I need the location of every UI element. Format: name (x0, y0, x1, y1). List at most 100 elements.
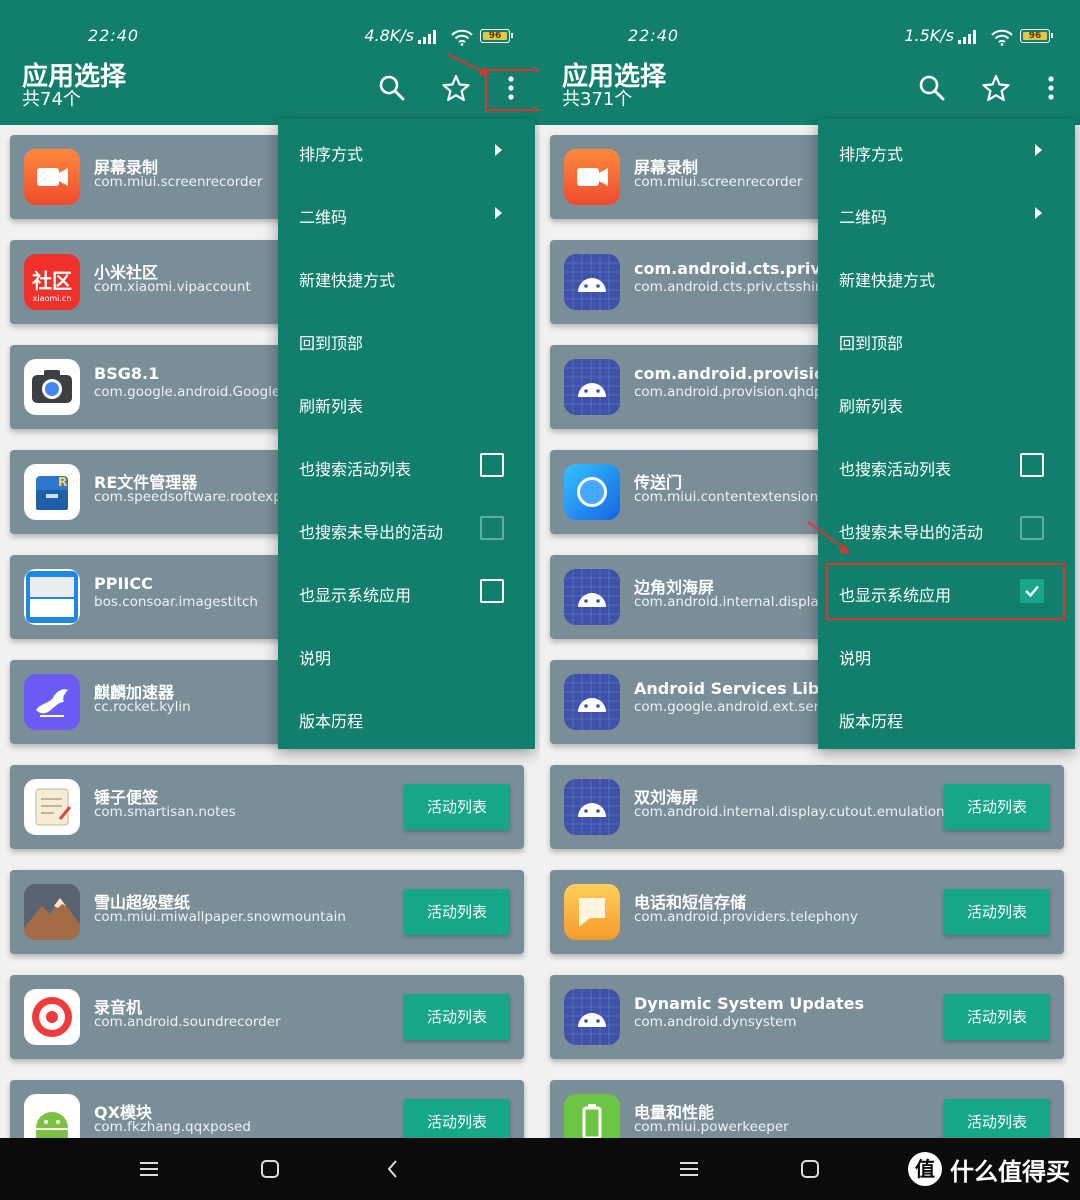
app-package: com.smartisan.notes (94, 804, 236, 820)
menu-item-show-system-apps[interactable]: 也显示系统应用 (278, 560, 535, 623)
android-robot-icon (564, 674, 620, 730)
activity-list-button[interactable]: 活动列表 (404, 889, 510, 935)
list-item[interactable]: 电话和短信存储 com.android.providers.telephony … (550, 870, 1064, 954)
status-time: 22:40 (628, 26, 680, 45)
app-name: Dynamic System Updates (634, 994, 865, 1013)
android-robot-icon (564, 569, 620, 625)
menu-item-refresh[interactable]: 刷新列表 (818, 371, 1075, 434)
app-name: BSG8.1 (94, 364, 160, 383)
list-item[interactable]: 雪山超级壁纸 com.miui.miwallpaper.snowmountain… (10, 870, 524, 954)
xiaomi-community-icon: 社区 xiaomi.cn (24, 254, 80, 310)
android-robot-icon (564, 359, 620, 415)
telephony-storage-icon (564, 884, 620, 940)
menu-item-sort[interactable]: 排序方式 (278, 119, 535, 182)
menu-item-new-shortcut[interactable]: 新建快捷方式 (278, 245, 535, 308)
page-title: 应用选择 (22, 62, 127, 92)
home-icon[interactable] (797, 1156, 823, 1182)
svg-text:R: R (58, 475, 67, 489)
app-package: com.android.soundrecorder (94, 1014, 281, 1030)
status-time: 22:40 (88, 26, 140, 45)
menu-item-sort[interactable]: 排序方式 (818, 119, 1075, 182)
app-bar: 22:40 1.5K/s 96 应用选择 共371个 (540, 0, 1080, 125)
menu-item-refresh[interactable]: 刷新列表 (278, 371, 535, 434)
battery-icon: 96 (1020, 29, 1053, 43)
annotation-arrow (807, 521, 850, 554)
watermark-logo: 值 (908, 1152, 942, 1186)
list-item[interactable]: 双刘海屏 com.android.internal.display.cutout… (550, 765, 1064, 849)
list-item[interactable]: QX模块 com.fkzhang.qqxposed 活动列表 (10, 1080, 524, 1140)
submenu-arrow-icon (1035, 207, 1042, 219)
app-package: com.android.dynsystem (634, 1014, 797, 1030)
app-count: 共371个 (562, 89, 633, 110)
more-vert-icon[interactable] (1031, 68, 1071, 108)
android-robot-icon (564, 989, 620, 1045)
list-item[interactable]: 录音机 com.android.soundrecorder 活动列表 (10, 975, 524, 1059)
menu-item-version-history[interactable]: 版本历程 (818, 686, 1075, 749)
star-icon[interactable] (976, 68, 1016, 108)
menu-item-new-shortcut[interactable]: 新建快捷方式 (818, 245, 1075, 308)
re-file-manager-icon: R (24, 464, 80, 520)
menu-item-search-activities[interactable]: 也搜索活动列表 (818, 434, 1075, 497)
android-green-icon (24, 1094, 80, 1140)
list-item[interactable]: 电量和性能 com.miui.powerkeeper 活动列表 (550, 1080, 1064, 1140)
camera-icon (24, 359, 80, 415)
annotation-arrow (446, 53, 489, 76)
checkbox[interactable] (480, 516, 504, 540)
activity-list-button[interactable]: 活动列表 (944, 784, 1050, 830)
activity-list-button[interactable]: 活动列表 (944, 994, 1050, 1040)
screen-recorder-icon (564, 149, 620, 205)
battery-performance-icon (564, 1094, 620, 1140)
wifi-icon (450, 28, 474, 46)
list-item[interactable]: 锤子便签 com.smartisan.notes 活动列表 (10, 765, 524, 849)
sound-recorder-icon (24, 989, 80, 1045)
menu-item-qrcode[interactable]: 二维码 (278, 182, 535, 245)
menu-icon[interactable] (136, 1156, 162, 1182)
search-icon[interactable] (372, 68, 412, 108)
status-bar: 22:40 4.8K/s 96 (0, 24, 540, 50)
checkbox[interactable] (480, 579, 504, 603)
submenu-arrow-icon (495, 207, 502, 219)
menu-item-help[interactable]: 说明 (278, 623, 535, 686)
menu-item-qrcode[interactable]: 二维码 (818, 182, 1075, 245)
android-robot-icon (564, 254, 620, 310)
activity-list-button[interactable]: 活动列表 (944, 1099, 1050, 1140)
home-icon[interactable] (257, 1156, 283, 1182)
activity-list-button[interactable]: 活动列表 (944, 889, 1050, 935)
activity-list-button[interactable]: 活动列表 (404, 1099, 510, 1140)
list-item[interactable]: Dynamic System Updates com.android.dynsy… (550, 975, 1064, 1059)
app-package: com.miui.miwallpaper.snowmountain (94, 909, 346, 925)
menu-item-search-unexported[interactable]: 也搜索未导出的活动 (818, 497, 1075, 560)
right-screen: 22:40 1.5K/s 96 应用选择 共371个 屏幕录制 com.miui… (540, 0, 1080, 1140)
menu-item-search-activities[interactable]: 也搜索活动列表 (278, 434, 535, 497)
highlight-box (826, 563, 1065, 620)
search-icon[interactable] (912, 68, 952, 108)
app-package: com.fkzhang.qqxposed (94, 1119, 251, 1135)
app-name: PPIICC (94, 574, 153, 593)
overflow-menu: 排序方式 二维码 新建快捷方式 回到顶部 刷新列表 也搜索活动列表 也搜索未导出… (278, 119, 535, 749)
menu-item-back-to-top[interactable]: 回到顶部 (818, 308, 1075, 371)
kylin-icon (24, 674, 80, 730)
app-package: com.miui.powerkeeper (634, 1119, 789, 1135)
ppiicc-icon (24, 569, 80, 625)
back-icon[interactable] (380, 1156, 406, 1182)
menu-item-back-to-top[interactable]: 回到顶部 (278, 308, 535, 371)
checkbox[interactable] (1020, 516, 1044, 540)
activity-list-button[interactable]: 活动列表 (404, 784, 510, 830)
snow-mountain-icon (24, 884, 80, 940)
status-bar: 22:40 1.5K/s 96 (540, 24, 1080, 50)
screen-recorder-icon (24, 149, 80, 205)
navigation-bar: 值 什么值得买 (0, 1138, 1080, 1200)
menu-item-search-unexported[interactable]: 也搜索未导出的活动 (278, 497, 535, 560)
app-package: com.android.internal.display.cutout.emul… (634, 594, 993, 610)
notes-icon (24, 779, 80, 835)
menu-item-help[interactable]: 说明 (818, 623, 1075, 686)
menu-item-version-history[interactable]: 版本历程 (278, 686, 535, 749)
app-count: 共74个 (22, 89, 81, 110)
activity-list-button[interactable]: 活动列表 (404, 994, 510, 1040)
signal-icon (958, 30, 982, 44)
left-screen: 22:40 4.8K/s 96 应用选择 共74个 屏幕录制 com.miui.… (0, 0, 540, 1140)
checkbox[interactable] (480, 453, 504, 477)
checkbox[interactable] (1020, 453, 1044, 477)
overflow-menu: 排序方式 二维码 新建快捷方式 回到顶部 刷新列表 也搜索活动列表 也搜索未导出… (818, 119, 1075, 749)
menu-icon[interactable] (676, 1156, 702, 1182)
